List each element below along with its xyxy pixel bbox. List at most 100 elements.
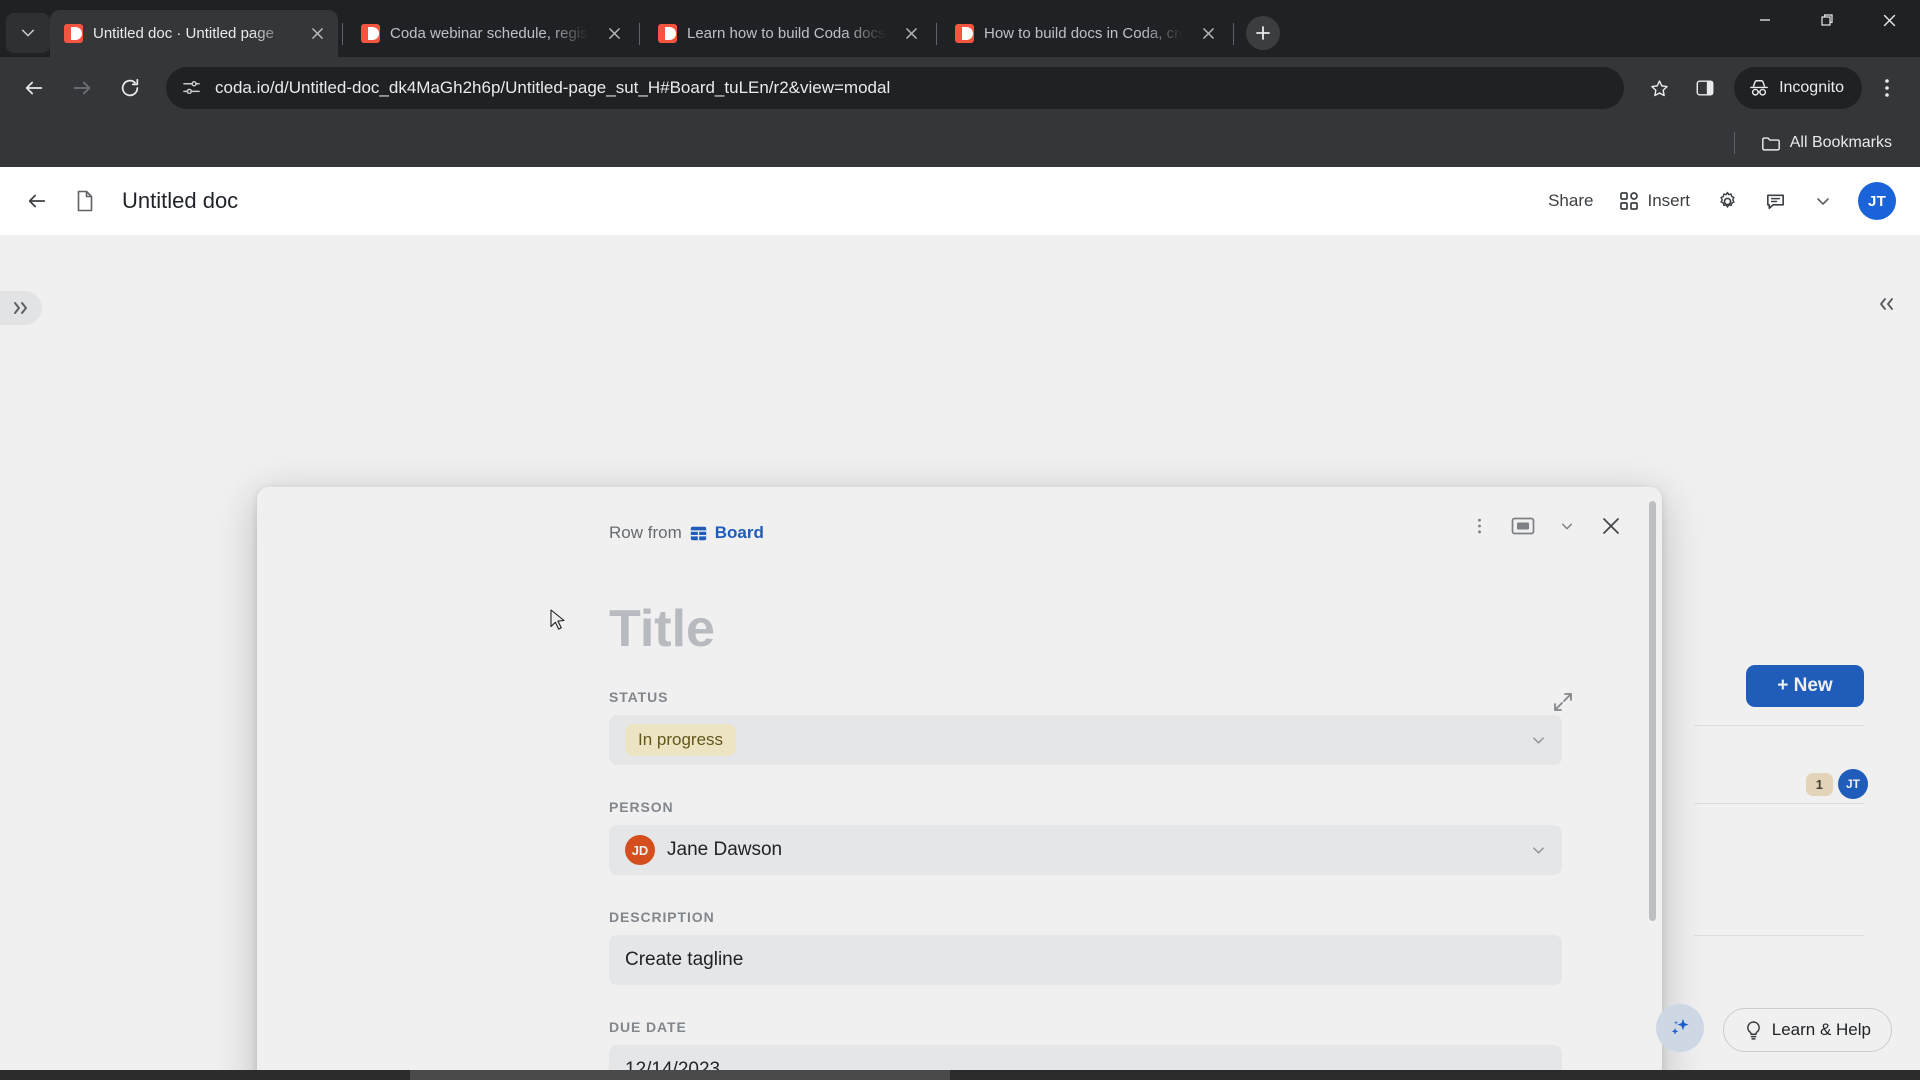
row-meta-badges: 1 JT: [1805, 769, 1868, 799]
page-title[interactable]: Untitled doc: [122, 188, 238, 214]
kebab-menu-icon: [1885, 79, 1889, 97]
tab-close-icon[interactable]: [306, 23, 328, 45]
sidebar-expand-button[interactable]: [0, 291, 42, 325]
site-settings-icon[interactable]: [182, 79, 201, 98]
tab-divider: [1233, 23, 1234, 45]
settings-button[interactable]: [1706, 180, 1748, 222]
row-detail-modal: Row from Board Title STATUS In progress …: [257, 487, 1662, 1080]
right-panel-collapse-button[interactable]: [1868, 287, 1904, 321]
insert-label: Insert: [1647, 191, 1690, 210]
window-close-button[interactable]: [1858, 0, 1920, 40]
ai-assistant-button[interactable]: [1656, 1004, 1704, 1052]
tab-divider: [936, 23, 937, 45]
browser-tab-2[interactable]: Coda webinar schedule, registr: [347, 10, 635, 57]
share-button[interactable]: Share: [1538, 183, 1603, 219]
browser-tab-4[interactable]: How to build docs in Coda, cre: [941, 10, 1229, 57]
breadcrumb: Row from Board: [609, 523, 1562, 543]
taskbar-active-window: [410, 1070, 950, 1080]
coda-favicon: [64, 24, 83, 43]
person-select[interactable]: JD Jane Dawson: [609, 825, 1562, 875]
field-label: STATUS: [609, 689, 669, 705]
side-panel-button[interactable]: [1684, 67, 1726, 109]
browser-tab-3[interactable]: Learn how to build Coda docs: [644, 10, 932, 57]
coda-favicon: [658, 24, 677, 43]
comments-button[interactable]: [1754, 180, 1796, 222]
window-minimize-button[interactable]: [1734, 0, 1796, 40]
back-arrow-icon: [28, 194, 46, 208]
plus-icon: [1256, 26, 1270, 40]
doc-icon-button[interactable]: [64, 180, 106, 222]
background-divider: [1694, 803, 1864, 804]
all-bookmarks-button[interactable]: All Bookmarks: [1753, 129, 1900, 157]
field-label: DUE DATE: [609, 1019, 687, 1035]
table-icon: [690, 526, 706, 540]
coda-header: Untitled doc Share Insert JT: [0, 167, 1920, 235]
incognito-indicator[interactable]: Incognito: [1734, 67, 1862, 109]
tab-list: Untitled doc · Untitled page Coda webina…: [50, 10, 1238, 57]
document-icon: [77, 190, 93, 212]
tab-search-button[interactable]: [6, 13, 50, 53]
bookmark-star-button[interactable]: [1638, 67, 1680, 109]
field-status: STATUS In progress: [609, 689, 1562, 765]
reload-button[interactable]: [108, 66, 152, 110]
doc-canvas: + New 1 JT Row from Board Title STATUS I…: [0, 235, 1920, 1080]
browser-tab-1[interactable]: Untitled doc · Untitled page: [50, 10, 338, 57]
tab-close-icon[interactable]: [1197, 23, 1219, 45]
header-more-button[interactable]: [1802, 180, 1844, 222]
row-title-input[interactable]: Title: [609, 603, 1562, 655]
sparkles-icon: [1671, 1019, 1689, 1035]
browser-toolbar: coda.io/d/Untitled-doc_dk4MaGh2h6p/Untit…: [0, 57, 1920, 119]
tab-close-icon[interactable]: [603, 23, 625, 45]
new-row-button[interactable]: + New: [1746, 665, 1864, 707]
modal-body: Row from Board Title STATUS In progress …: [257, 487, 1662, 1080]
expand-diagonal-icon[interactable]: [1552, 691, 1574, 713]
avatar[interactable]: JT: [1858, 182, 1896, 220]
field-label: DESCRIPTION: [609, 909, 715, 925]
chevron-down-icon: [1817, 198, 1829, 205]
window-maximize-button[interactable]: [1796, 0, 1858, 40]
chevron-down-icon: [21, 29, 35, 37]
tab-strip: Untitled doc · Untitled page Coda webina…: [0, 0, 1920, 57]
browser-menu-button[interactable]: [1866, 67, 1908, 109]
new-tab-button[interactable]: [1246, 16, 1280, 50]
badge-count: 1: [1805, 772, 1833, 796]
chevron-down-icon: [1533, 737, 1544, 744]
star-icon: [1650, 79, 1668, 96]
coda-header-actions: Share Insert JT: [1538, 180, 1896, 222]
lightbulb-icon: [1746, 1020, 1760, 1040]
back-arrow-icon: [25, 81, 43, 95]
status-select[interactable]: In progress: [609, 715, 1562, 765]
tab-close-icon[interactable]: [900, 23, 922, 45]
side-panel-icon: [1696, 80, 1714, 96]
forward-button[interactable]: [60, 66, 104, 110]
forward-arrow-icon: [73, 81, 91, 95]
person-name: Jane Dawson: [667, 839, 783, 860]
taskbar-strip: [0, 1070, 1920, 1080]
learn-help-button[interactable]: Learn & Help: [1722, 1008, 1892, 1052]
reload-icon: [121, 78, 139, 97]
coda-favicon: [955, 24, 974, 43]
tab-title: Untitled doc · Untitled page: [93, 25, 274, 42]
coda-app: Untitled doc Share Insert JT + New 1 JT …: [0, 167, 1920, 1080]
insert-button[interactable]: Insert: [1609, 183, 1700, 219]
tab-title: How to build docs in Coda, cre: [984, 25, 1187, 42]
address-bar[interactable]: coda.io/d/Untitled-doc_dk4MaGh2h6p/Untit…: [166, 67, 1625, 109]
tab-divider: [639, 23, 640, 45]
row-from-label: Row from: [609, 523, 682, 542]
folder-icon: [1761, 136, 1780, 151]
coda-back-button[interactable]: [16, 180, 58, 222]
field-label: PERSON: [609, 799, 674, 815]
chevron-down-icon: [1533, 847, 1544, 854]
chevrons-left-icon: [1880, 298, 1893, 310]
bookmarks-bar: All Bookmarks: [0, 119, 1920, 167]
tab-title: Coda webinar schedule, registr: [390, 25, 593, 42]
bookmarks-divider: [1733, 132, 1735, 154]
status-badge: In progress: [625, 724, 737, 756]
incognito-icon: [1750, 80, 1768, 96]
avatar[interactable]: JT: [1838, 769, 1868, 799]
description-input[interactable]: Create tagline: [609, 935, 1562, 985]
back-button[interactable]: [12, 66, 56, 110]
window-controls: [1734, 0, 1920, 57]
table-name-link[interactable]: Board: [715, 523, 764, 543]
background-divider: [1694, 725, 1864, 726]
